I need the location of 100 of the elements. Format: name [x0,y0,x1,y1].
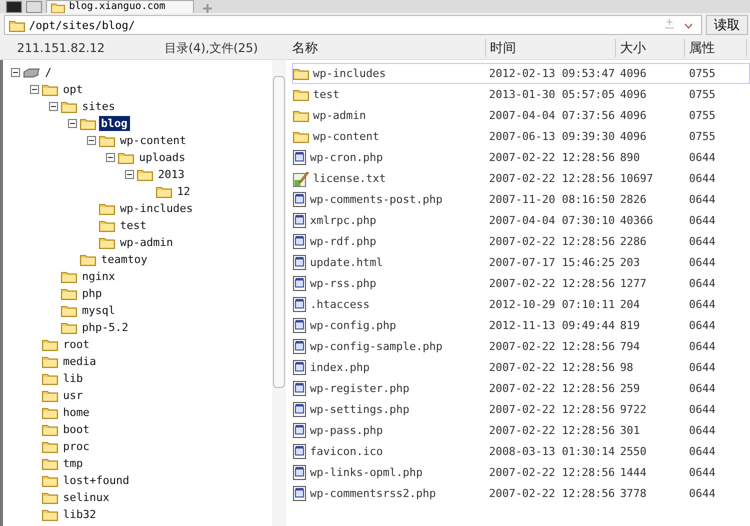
tree-item[interactable]: home [61,405,92,420]
tree-item[interactable]: wp-content [118,133,188,148]
tree-item[interactable]: selinux [61,490,112,505]
folder-icon [99,236,115,249]
browser-tab[interactable]: blog.xianguo.com [46,0,194,13]
tree-item[interactable]: lib [61,371,85,386]
tree-item[interactable]: / [43,65,54,80]
document-icon [293,381,306,396]
file-name: xmlrpc.php [310,214,376,227]
document-icon [293,360,306,375]
document-icon [293,465,306,480]
file-name: index.php [310,361,370,374]
file-row[interactable]: test 2013-01-30 05:57:05 4096 0755 [292,84,750,105]
file-row[interactable]: wp-links-opml.php 2007-02-22 12:28:56 1444 0644 [292,462,750,483]
file-row[interactable]: wp-config.php 2012-11-13 09:49:44 819 0644 [292,315,750,336]
tree-item[interactable]: php-5.2 [80,320,130,335]
file-row[interactable]: wp-config-sample.php 2007-02-22 12:28:56 794 0644 [292,336,750,357]
tree-item[interactable]: nginx [80,269,118,284]
tree-item[interactable]: uploads [137,150,188,165]
modified-time: 2007-02-22 12:28:56 [489,340,616,353]
tree-item[interactable]: root [61,337,92,352]
column-header[interactable]: 大小 [616,39,685,57]
file-row[interactable]: favicon.ico 2008-03-13 01:30:14 2550 0644 [292,441,750,462]
document-icon [293,150,306,165]
collapse-toggle[interactable] [30,85,39,94]
chevron-down-icon [684,23,693,29]
collapse-toggle[interactable] [106,153,115,162]
window-button[interactable] [6,1,22,13]
file-row[interactable]: wp-admin 2007-04-04 07:37:56 4096 0755 [292,105,750,126]
tree-item[interactable]: tmp [61,456,85,471]
tree-item[interactable]: usr [61,388,85,403]
tree-item[interactable]: teamtoy [99,252,150,267]
column-header[interactable]: 时间 [486,39,616,57]
modified-time: 2007-02-22 12:28:56 [489,466,616,479]
file-row[interactable]: wp-cron.php 2007-02-22 12:28:56 890 0644 [292,147,750,168]
file-size: 98 [620,361,634,374]
modified-time: 2007-02-22 12:28:56 [489,172,616,185]
tree-item[interactable]: test [118,218,148,233]
tree-item[interactable]: media [61,354,98,369]
tree-item[interactable]: boot [61,422,92,437]
collapse-toggle[interactable] [125,170,134,179]
scrollbar[interactable] [272,60,286,526]
document-icon [293,234,306,249]
tree-item[interactable]: lost+found [61,473,132,488]
modified-time: 2007-07-17 15:46:25 [489,256,616,269]
address-field[interactable]: /opt/sites/blog/ [4,15,702,35]
collapse-toggle[interactable] [87,136,96,145]
scrollbar-thumb[interactable] [273,76,285,388]
window-button[interactable] [26,1,42,13]
tree-item[interactable]: wp-includes [118,201,195,216]
folder-icon [42,474,58,487]
plus-minus-icon [665,19,674,29]
column-header[interactable]: 名称 [288,39,486,57]
file-row[interactable]: wp-rss.php 2007-02-22 12:28:56 1277 0644 [292,273,750,294]
file-name: wp-pass.php [310,424,383,437]
file-size: 4096 [620,109,648,122]
tree-item[interactable]: php [80,286,104,301]
tree-item[interactable]: blog [99,116,130,131]
folder-icon [99,202,115,215]
file-row[interactable]: license.txt 2007-02-22 12:28:56 10697 0644 [292,168,750,189]
folder-icon [293,67,309,80]
folder-icon [99,219,115,232]
file-row[interactable]: update.html 2007-07-17 15:46:25 203 0644 [292,252,750,273]
file-row[interactable]: wp-settings.php 2007-02-22 12:28:56 9722 0644 [292,399,750,420]
folder-icon [42,372,58,385]
file-row[interactable]: wp-content 2007-06-13 09:39:30 4096 0755 [292,126,750,147]
modified-time: 2012-02-13 09:53:47 [489,67,616,80]
tree-item[interactable]: sites [80,99,118,114]
file-name: license.txt [313,172,386,185]
file-row[interactable]: wp-includes 2012-02-13 09:53:47 4096 0755 [292,63,750,84]
file-row[interactable]: wp-rdf.php 2007-02-22 12:28:56 2286 0644 [292,231,750,252]
file-row[interactable]: wp-register.php 2007-02-22 12:28:56 259 0644 [292,378,750,399]
file-row[interactable]: xmlrpc.php 2007-04-04 07:30:10 40366 0644 [292,210,750,231]
file-row[interactable]: wp-comments-post.php 2007-11-20 08:16:50 2826 0644 [292,189,750,210]
read-button[interactable]: 读取 [706,15,748,35]
tree-item[interactable]: wp-admin [118,235,175,250]
collapse-toggle[interactable] [11,68,20,77]
modified-time: 2007-06-13 09:39:30 [489,130,616,143]
modified-time: 2007-02-22 12:28:56 [489,361,616,374]
collapse-toggle[interactable] [68,119,77,128]
folder-icon [42,491,58,504]
tree-item[interactable]: 12 [175,184,192,199]
document-icon [293,276,306,291]
file-row[interactable]: wp-commentsrss2.php 2007-02-22 12:28:56 3778 0644 [292,483,750,504]
collapse-toggle[interactable] [49,102,58,111]
folder-icon [42,389,58,402]
modified-time: 2007-04-04 07:37:56 [489,109,616,122]
file-row[interactable]: wp-pass.php 2007-02-22 12:28:56 301 0644 [292,420,750,441]
tree-item[interactable]: opt [61,82,85,97]
tree-item[interactable]: 2013 [156,167,186,182]
file-name: wp-rdf.php [310,235,376,248]
file-name: wp-admin [313,109,366,122]
file-row[interactable]: index.php 2007-02-22 12:28:56 98 0644 [292,357,750,378]
modified-time: 2007-11-20 08:16:50 [489,193,616,206]
column-header[interactable]: 属性 [685,39,747,57]
tree-item[interactable]: proc [61,439,92,454]
tree-item[interactable]: mysql [80,303,118,318]
file-row[interactable]: .htaccess 2012-10-29 07:10:11 204 0644 [292,294,750,315]
tree-item[interactable]: lib32 [61,507,98,522]
document-icon [293,339,306,354]
